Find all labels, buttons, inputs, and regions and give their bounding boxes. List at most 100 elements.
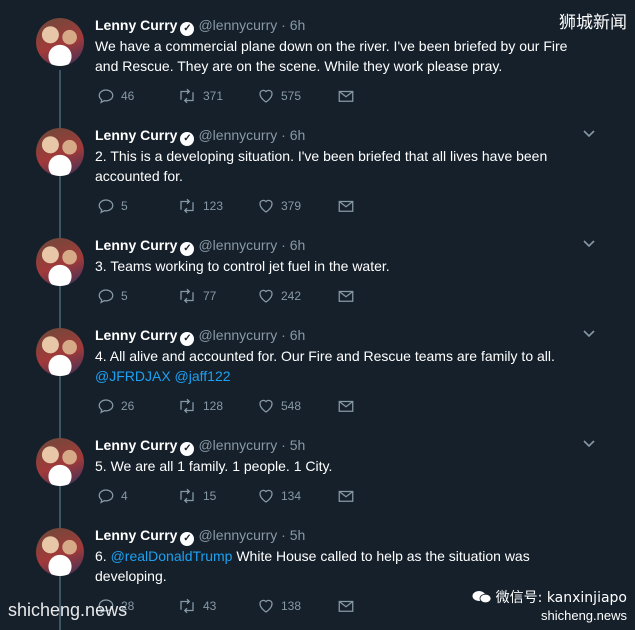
tweet-time[interactable]: 6h [290,327,306,343]
reply-count: 5 [121,198,128,213]
retweet-button[interactable]: 371 [177,85,223,105]
dm-button[interactable] [337,485,355,505]
mention-links[interactable]: @JFRDJAX @jaff122 [95,368,231,384]
retweet-button[interactable]: 128 [177,395,223,415]
like-count: 575 [281,88,302,103]
like-button[interactable]: 379 [257,195,301,215]
reply-button[interactable]: 5 [97,285,128,305]
author-handle[interactable]: @lennycurry [198,237,277,253]
reply-button[interactable]: 26 [97,395,134,415]
reply-count: 46 [121,88,135,103]
like-count: 242 [281,288,302,303]
chevron-down-icon[interactable] [582,236,596,250]
watermark-wechat: 微信号: kanxinjiapo [472,587,627,607]
mail-icon [338,290,354,302]
wechat-id: 微信号: kanxinjiapo [495,590,627,606]
reply-icon [98,399,114,414]
author-handle[interactable]: @lennycurry [198,327,277,343]
like-button[interactable]: 548 [257,395,301,415]
author-handle[interactable]: @lennycurry [198,17,277,33]
tweet-time[interactable]: 5h [290,527,306,543]
dm-button[interactable] [337,285,355,305]
like-count: 138 [281,598,302,613]
retweet-icon [180,198,194,214]
dm-button[interactable] [337,85,355,105]
mail-icon [338,490,354,502]
heart-icon [259,399,273,413]
tweet-header: Lenny Curry ✓ @lennycurry · 6h [95,237,306,256]
tweet-text: We have a commercial plane down on the r… [95,38,568,74]
tweet-text: 6. @realDonaldTrump White House called t… [95,546,575,586]
like-button[interactable]: 134 [257,485,301,505]
verified-icon: ✓ [180,132,195,146]
tweet[interactable]: Lenny Curry ✓ @lennycurry · 6h 2. This is … [0,124,635,224]
reply-count: 5 [121,288,128,303]
avatar[interactable] [36,438,84,486]
tweet[interactable]: Lenny Curry ✓ @lennycurry · 6h 4. All aliv… [0,324,635,424]
author-name[interactable]: Lenny Curry [95,127,177,143]
reply-icon [98,289,114,304]
tweet-header: Lenny Curry ✓ @lennycurry · 5h [95,437,306,456]
author-name[interactable]: Lenny Curry [95,237,177,253]
heart-icon [259,289,273,303]
mail-icon [338,200,354,212]
avatar[interactable] [36,238,84,286]
author-name[interactable]: Lenny Curry [95,327,177,343]
tweet[interactable]: Lenny Curry ✓ @lennycurry · 5h 5. We are a… [0,434,635,514]
verified-icon: ✓ [180,442,195,456]
tweet-text-prefix: 6. [95,548,111,564]
dm-button[interactable] [337,195,355,215]
like-count: 379 [281,198,302,213]
retweet-icon [180,488,194,504]
reply-button[interactable]: 46 [97,85,134,105]
tweet-header: Lenny Curry ✓ @lennycurry · 6h [95,327,306,346]
tweet[interactable]: Lenny Curry ✓ @lennycurry · 6h 3. Teams wo… [0,234,635,314]
tweet-header: Lenny Curry ✓ @lennycurry · 6h [95,17,306,36]
heart-icon [259,599,273,613]
tweet-text: 5. We are all 1 family. 1 people. 1 City… [95,458,333,474]
tweet-time[interactable]: 6h [290,17,306,33]
retweet-count: 123 [203,198,224,213]
reply-count: 4 [121,488,128,503]
like-button[interactable]: 242 [257,285,301,305]
author-handle[interactable]: @lennycurry [198,527,277,543]
retweet-button[interactable]: 43 [177,595,216,615]
tweet-time[interactable]: 5h [290,437,306,453]
verified-icon: ✓ [180,332,195,346]
retweet-count: 77 [203,288,217,303]
chevron-down-icon[interactable] [582,126,596,140]
wechat-icon [472,591,492,604]
dm-button[interactable] [337,595,355,615]
dm-button[interactable] [337,395,355,415]
mention-link[interactable]: @realDonaldTrump [111,548,233,564]
reply-icon [98,199,114,214]
chevron-down-icon[interactable] [582,436,596,450]
reply-button[interactable]: 4 [97,485,128,505]
author-handle[interactable]: @lennycurry [198,127,277,143]
author-handle[interactable]: @lennycurry [198,437,277,453]
retweet-icon [180,598,194,614]
author-name[interactable]: Lenny Curry [95,17,177,33]
like-button[interactable]: 138 [257,595,301,615]
reply-button[interactable]: 5 [97,195,128,215]
author-name[interactable]: Lenny Curry [95,437,177,453]
verified-icon: ✓ [180,242,195,256]
avatar[interactable] [36,528,84,576]
like-button[interactable]: 575 [257,85,301,105]
retweet-button[interactable]: 15 [177,485,216,505]
avatar[interactable] [36,328,84,376]
reply-icon [98,89,114,104]
retweet-button[interactable]: 77 [177,285,216,305]
retweet-icon [180,288,194,304]
avatar[interactable] [36,128,84,176]
tweet-time[interactable]: 6h [290,237,306,253]
tweet[interactable]: Lenny Curry ✓ @lennycurry · 6h We have a c… [0,14,635,114]
like-count: 548 [281,398,302,413]
chevron-down-icon[interactable] [582,326,596,340]
tweet-text: 3. Teams working to control jet fuel in … [95,258,390,274]
retweet-button[interactable]: 123 [177,195,223,215]
author-name[interactable]: Lenny Curry [95,527,177,543]
tweet-time[interactable]: 6h [290,127,306,143]
avatar[interactable] [36,18,84,66]
mail-icon [338,600,354,612]
